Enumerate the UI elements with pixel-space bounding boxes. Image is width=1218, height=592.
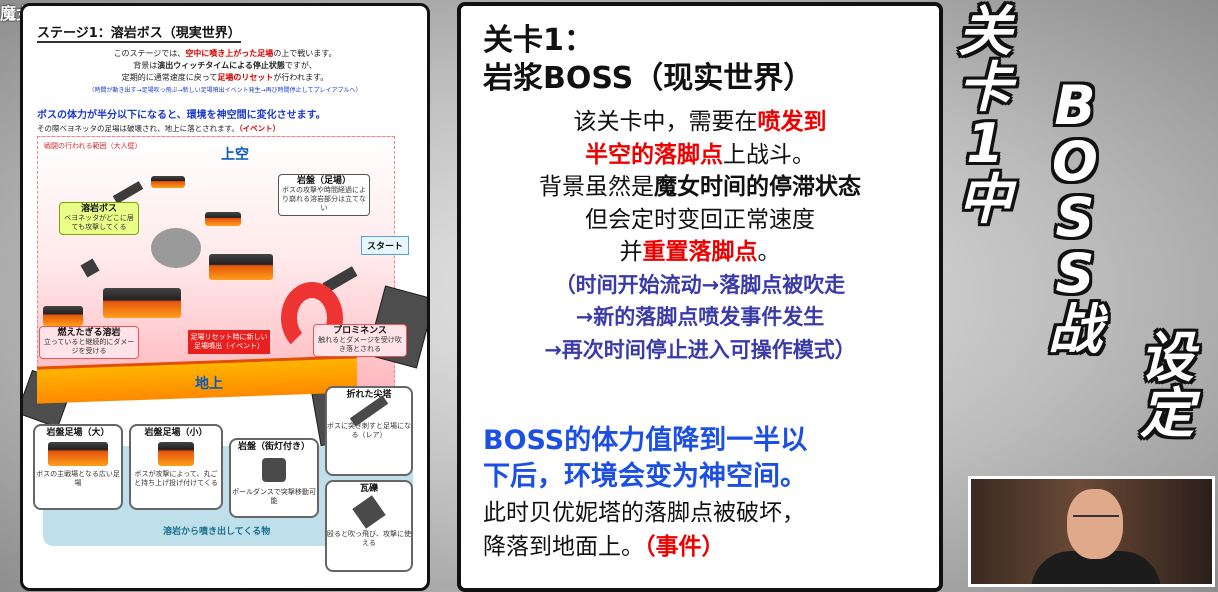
- card-line: 背景虽然是魔女时间的停滞状态: [539, 174, 861, 200]
- item-large-platform: 岩盤足場（大） ボスの主戦場となる広い足場: [33, 424, 123, 510]
- reset-event-callout: 足場リセット時に新しい足場噴出（イベント）: [188, 330, 270, 354]
- ground-label: 地上: [195, 376, 223, 392]
- title-char: 定: [1140, 382, 1194, 445]
- title-char: 战: [1048, 298, 1102, 361]
- doc-paragraph-3: 定期的に通常速度に戻って足場のリセットが行われます。: [121, 73, 329, 82]
- lava-boss-callout: 溶岩ボス ベヨネッタがどこに居ても攻撃してくる: [59, 202, 139, 235]
- webcam-feed: [968, 476, 1215, 587]
- card-title-line2: 岩浆BOSS（现实世界）: [483, 61, 814, 96]
- item-lamp-rock: 岩盤（街灯付き） ポールダンスで突撃移動可能: [229, 438, 319, 518]
- floating-platform-large: [103, 288, 181, 318]
- title-char: 关: [958, 0, 1012, 63]
- title-char: 设: [1140, 326, 1194, 389]
- lava-boss-icon: [151, 228, 201, 268]
- prominence-callout: プロミネンス 触れるとダメージを受け吹き落とされる: [313, 324, 407, 357]
- title-char: 1: [966, 112, 1004, 175]
- card-line: 并重置落脚点。: [619, 239, 781, 265]
- lava-callout: 燃えたぎる溶岩 立っていると継続的にダメージを受ける: [39, 326, 139, 359]
- design-document-panel: ステージ1：溶岩ボス（現実世界） このステージでは、空中に噴き上がった足場の上で…: [20, 3, 430, 591]
- vertical-title-col2: B O S S 战: [1048, 78, 1102, 358]
- floating-platform: [151, 176, 185, 188]
- title-char: S: [1055, 186, 1095, 249]
- card-line: 该关卡中，需要在喷发到: [573, 109, 827, 135]
- card-body: 该关卡中，需要在喷发到 半空的落脚点上战斗。 背景虽然是魔女时间的停滞状态 但会…: [461, 106, 939, 366]
- title-char: O: [1052, 130, 1098, 193]
- rock-platform-callout: 岩盤（足場） ボスの攻撃や時間経過により崩れる溶岩部分は立てない: [278, 174, 370, 216]
- item-small-platform: 岩盤足場（小） ボスが攻撃によって、丸ごと持ち上げ投げ付けてくる: [129, 424, 223, 510]
- title-char: B: [1054, 74, 1096, 137]
- vertical-title-col1: 关 卡 1 中: [958, 4, 1012, 228]
- card-end-text: 此时贝优妮塔的落脚点被破坏， 降落到地面上。（事件）: [483, 500, 805, 560]
- title-char: 卡: [958, 56, 1012, 119]
- sky-label: 上空: [221, 147, 249, 163]
- item-broken-spire: 折れた尖塔 ボスに突き刺すと足場になる（レア）: [325, 386, 413, 476]
- card-line-purple: →新的落脚点喷发事件发生: [575, 305, 825, 329]
- card-line-purple: （时间开始流动→落脚点被吹走: [554, 272, 846, 297]
- floating-platform: [205, 212, 241, 226]
- spawn-objects-caption: 溶岩から噴き出してくる物: [163, 527, 271, 537]
- card-title-line1: 关卡1：: [483, 23, 594, 58]
- doc-paragraph-1: このステージでは、空中に噴き上がった足場の上で戦います。: [113, 49, 337, 58]
- doc-paragraph-2: 背景は演出ウィッチタイムによる停止状態ですが、: [133, 61, 317, 70]
- item-rubble: 瓦礫 殴ると吹っ飛び、攻撃に使える: [325, 480, 413, 572]
- doc-boss-half: ボスの体力が半分以下になると、環境を神空間に変化させます。: [37, 110, 326, 121]
- card-blue-text: BOSS的体力值降到一半以 下后，环境会变为神空间。: [483, 425, 808, 492]
- vertical-title-col3: 设 定: [1140, 330, 1194, 442]
- stage-caption: 戦闘の行われる範囲（大人壁）: [44, 142, 142, 150]
- card-line: 但会定时变回正常速度: [585, 206, 815, 233]
- translation-card: 关卡1： 岩浆BOSS（现实世界） 该关卡中，需要在喷发到 半空的落脚点上战斗。…: [457, 2, 943, 592]
- floating-platform: [43, 306, 83, 326]
- start-label: スタート: [361, 236, 410, 255]
- doc-boss-half-detail: その際ベヨネッタの足場は破壊され、地上に落とされます。（イベント）: [37, 124, 281, 133]
- title-char: S: [1055, 242, 1095, 305]
- title-char: 中: [958, 168, 1012, 231]
- floating-platform-large: [209, 254, 273, 280]
- card-line: 半空的落脚点上战斗。: [585, 141, 815, 168]
- doc-paragraph-4: （時間が動き出す→足場吹っ飛ぶ→新しい足場噴出イベント発生→再び時間停止してプレ…: [88, 87, 362, 94]
- card-line-purple: →再次时间停止进入可操作模式）: [544, 337, 856, 362]
- doc-title: ステージ1：溶岩ボス（現実世界）: [37, 26, 241, 43]
